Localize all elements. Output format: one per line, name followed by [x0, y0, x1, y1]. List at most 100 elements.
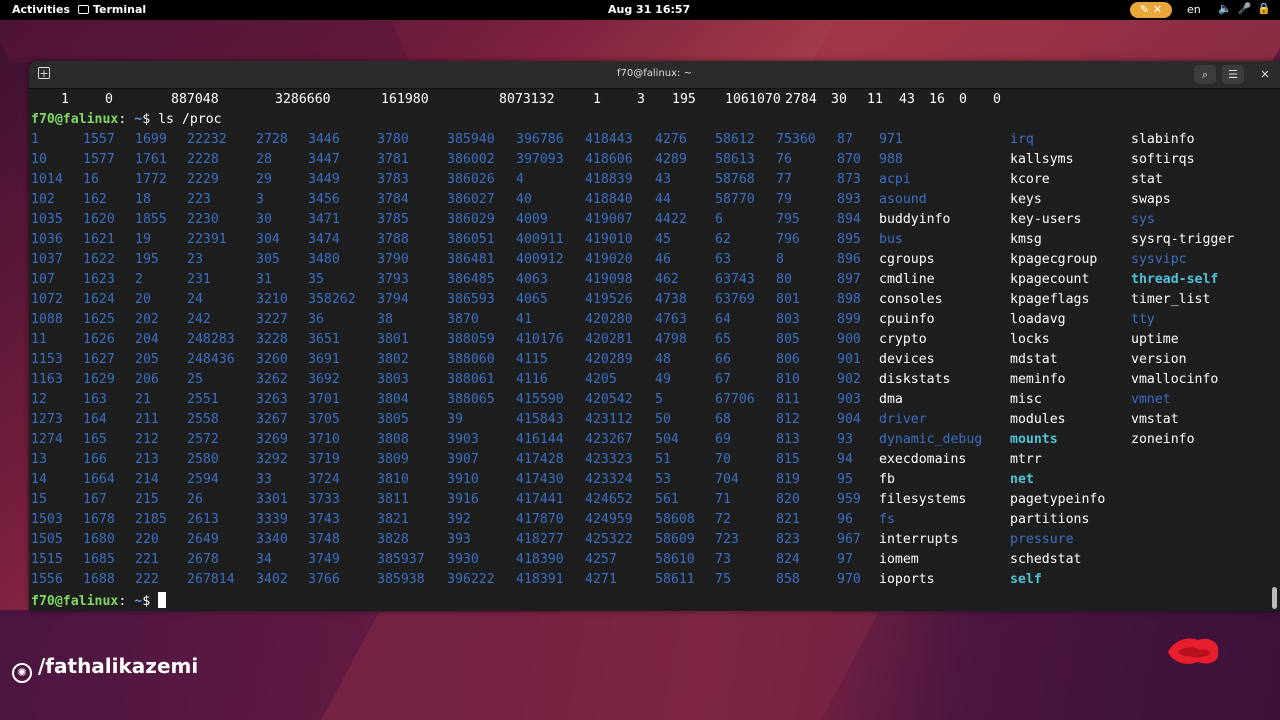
proc-directory-entry: 204: [135, 332, 159, 347]
proc-directory-entry: 162: [83, 192, 107, 207]
proc-directory-entry: 30: [256, 212, 272, 227]
proc-symlink-entry: mounts: [1010, 432, 1058, 447]
proc-directory-entry: 202: [135, 312, 159, 327]
proc-directory-entry: 102: [31, 192, 55, 207]
proc-directory-entry: 420280: [585, 312, 633, 327]
proc-directory-entry: tty: [1131, 312, 1155, 327]
current-prompt[interactable]: f70@falinux: ~$: [31, 592, 167, 611]
proc-directory-entry: 1688: [83, 572, 115, 587]
proc-directory-entry: 397093: [516, 152, 564, 167]
proc-directory-entry: 72: [715, 512, 731, 527]
proc-file-entry: diskstats: [879, 372, 951, 387]
system-tray[interactable]: 🔈🎤🔒: [1218, 2, 1277, 15]
keyboard-language[interactable]: en: [1187, 3, 1201, 16]
menu-button[interactable]: ☰: [1222, 65, 1244, 84]
proc-directory-entry: 3691: [308, 352, 340, 367]
proc-directory-entry: 4422: [655, 212, 687, 227]
proc-directory-entry: 4798: [655, 332, 687, 347]
proc-directory-entry: 1014: [31, 172, 63, 187]
proc-directory-entry: 815: [776, 452, 800, 467]
proc-file-entry: key-users: [1010, 212, 1082, 227]
camera-aperture-icon: ✺: [12, 663, 32, 683]
proc-directory-entry: 419526: [585, 292, 633, 307]
proc-directory-entry: 3790: [377, 252, 409, 267]
proc-file-entry: zoneinfo: [1131, 432, 1195, 447]
proc-directory-entry: 894: [837, 212, 861, 227]
proc-file-entry: execdomains: [879, 452, 967, 467]
wallpaper-shape: [321, 612, 879, 720]
proc-file-entry: modules: [1010, 412, 1066, 427]
proc-file-entry: uptime: [1131, 332, 1179, 347]
proc-file-entry: slabinfo: [1131, 132, 1195, 147]
proc-directory-entry: 3: [256, 192, 264, 207]
proc-directory-entry: 820: [776, 492, 800, 507]
terminal-window: + f70@falinux: ~ ⌕ ☰ ✕ 1 0 887048 3286660 16…: [29, 61, 1280, 611]
close-button[interactable]: ✕: [1254, 65, 1276, 84]
proc-directory-entry: 4115: [516, 352, 548, 367]
proc-directory-entry: 893: [837, 192, 861, 207]
proc-directory-entry: 3802: [377, 352, 409, 367]
proc-directory-entry: 49: [655, 372, 671, 387]
proc-directory-entry: 4289: [655, 152, 687, 167]
proc-directory-entry: 107: [31, 272, 55, 287]
proc-directory-entry: 10: [31, 152, 47, 167]
proc-directory-entry: 3749: [308, 552, 340, 567]
proc-directory-entry: 242: [187, 312, 211, 327]
proc-directory-entry: 3801: [377, 332, 409, 347]
app-menu-terminal[interactable]: Terminal: [78, 3, 146, 16]
proc-directory-entry: 2678: [187, 552, 219, 567]
proc-directory-entry: 418391: [516, 572, 564, 587]
prompt-dollar: $: [142, 594, 159, 609]
proc-file-entry: devices: [879, 352, 935, 367]
proc-directory-entry: 812: [776, 412, 800, 427]
proc-directory-entry: 68: [715, 412, 731, 427]
proc-directory-entry: 215: [135, 492, 159, 507]
proc-file-entry: partitions: [1010, 512, 1090, 527]
screen-recording-indicator[interactable]: ✎ ✕: [1130, 2, 1172, 18]
output-value: 3: [637, 92, 645, 107]
proc-directory-entry: 3793: [377, 272, 409, 287]
proc-directory-entry: driver: [879, 412, 927, 427]
proc-directory-entry: 58609: [655, 532, 695, 547]
proc-file-entry: iomem: [879, 552, 919, 567]
proc-directory-entry: 53: [655, 472, 671, 487]
proc-directory-entry: 3260: [256, 352, 288, 367]
prompt-dollar: $: [142, 112, 159, 127]
proc-directory-entry: 163: [83, 392, 107, 407]
scrollbar-thumb[interactable]: [1272, 587, 1277, 609]
proc-file-entry: vmstat: [1131, 412, 1179, 427]
output-value: 106: [725, 92, 749, 107]
proc-directory-entry: 4: [516, 172, 524, 187]
terminal-output[interactable]: 1 0 887048 3286660 161980 8073132 1 3 195 106 1070…: [29, 89, 1269, 611]
proc-directory-entry: 388059: [447, 332, 495, 347]
proc-directory-entry: 824: [776, 552, 800, 567]
proc-directory-entry: 1626: [83, 332, 115, 347]
proc-directory-entry: 3916: [447, 492, 479, 507]
proc-directory-entry: 2613: [187, 512, 219, 527]
activities-button[interactable]: Activities: [12, 3, 70, 16]
proc-directory-entry: 1685: [83, 552, 115, 567]
proc-directory-entry: 1557: [83, 132, 115, 147]
proc-directory-entry: 3780: [377, 132, 409, 147]
proc-directory-entry: 419020: [585, 252, 633, 267]
proc-directory-entry: 821: [776, 512, 800, 527]
prompt-path: ~: [126, 594, 143, 609]
wallpaper-shape: [0, 20, 410, 62]
proc-file-entry: misc: [1010, 392, 1042, 407]
search-button[interactable]: ⌕: [1194, 65, 1216, 84]
proc-file-entry: kcore: [1010, 172, 1050, 187]
proc-directory-entry: 805: [776, 332, 800, 347]
proc-file-entry: stat: [1131, 172, 1163, 187]
proc-directory-entry: 167: [83, 492, 107, 507]
proc-directory-entry: 26: [187, 492, 203, 507]
proc-directory-entry: 415843: [516, 412, 564, 427]
proc-directory-entry: 29: [256, 172, 272, 187]
clock[interactable]: Aug 31 16:57: [608, 3, 690, 16]
proc-symlink-entry: self: [1010, 572, 1042, 587]
proc-directory-entry: 1623: [83, 272, 115, 287]
proc-directory-entry: 423112: [585, 412, 633, 427]
proc-directory-entry: 2228: [187, 152, 219, 167]
proc-directory-entry: 1680: [83, 532, 115, 547]
scrollbar[interactable]: [1269, 89, 1280, 611]
proc-directory-entry: 418840: [585, 192, 633, 207]
